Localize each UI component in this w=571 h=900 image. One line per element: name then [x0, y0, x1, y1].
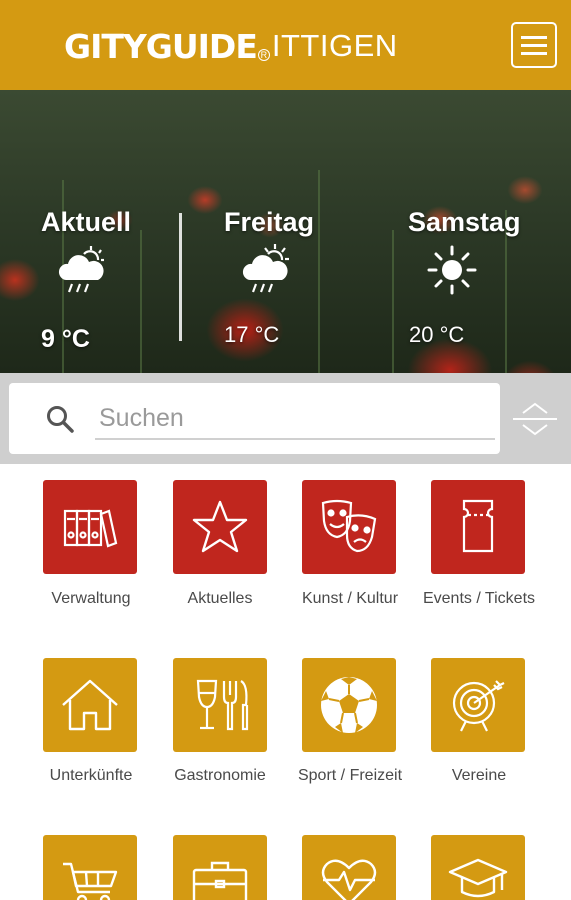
background-stem — [140, 230, 142, 373]
tile-kunst-kultur[interactable] — [302, 480, 396, 574]
soccer-ball-icon — [321, 677, 377, 733]
menu-line — [521, 43, 547, 47]
weather-day-label: Samstag — [408, 207, 521, 237]
search-box[interactable] — [9, 383, 500, 454]
cloud-rain-icon — [58, 246, 104, 293]
tile-label: Kunst / Kultur — [301, 590, 399, 607]
weather-day-label: Freitag — [224, 207, 315, 237]
binders-icon — [63, 509, 118, 548]
background-stem — [318, 170, 320, 373]
graduation-cap-icon — [448, 858, 508, 898]
wine-cutlery-icon — [196, 679, 249, 731]
background-stem — [392, 230, 394, 373]
tile-vereine[interactable] — [431, 658, 525, 752]
logo-brand: GITYGUIDE — [64, 26, 258, 66]
tile-label: Unterkünfte — [49, 767, 133, 784]
tile-events-tickets[interactable] — [431, 480, 525, 574]
weather-divider — [179, 213, 182, 341]
tile-gesundheit[interactable] — [302, 835, 396, 900]
briefcase-icon — [192, 861, 248, 900]
hamburger-menu-icon[interactable] — [511, 22, 557, 68]
weather-temp: 17 °C — [224, 322, 280, 347]
tile-bildung[interactable] — [431, 835, 525, 900]
search-icon[interactable] — [44, 403, 76, 435]
app-header: GITYGUIDE R ITTIGEN — [0, 0, 571, 90]
menu-line — [521, 51, 547, 55]
menu-line — [521, 35, 547, 39]
theater-masks-icon — [321, 499, 377, 553]
ticket-icon — [462, 499, 494, 553]
tile-label: Events / Tickets — [422, 590, 536, 607]
tile-label: Sport / Freizeit — [297, 767, 403, 784]
weather-day-label: Aktuell — [41, 207, 132, 237]
shopping-cart-icon — [63, 862, 118, 900]
app-logo[interactable]: GITYGUIDE R ITTIGEN — [64, 24, 398, 68]
registered-mark: R — [257, 49, 270, 61]
logo-city: ITTIGEN — [271, 28, 398, 63]
heart-pulse-icon — [321, 859, 377, 900]
star-icon — [192, 500, 248, 553]
tile-label: Vereine — [451, 767, 507, 784]
tile-gastronomie[interactable] — [173, 658, 267, 752]
tile-label: Aktuelles — [187, 590, 253, 607]
sun-icon — [427, 245, 477, 295]
tile-aktuelles[interactable] — [173, 480, 267, 574]
tile-einkaufen[interactable] — [43, 835, 137, 900]
tile-sport-freizeit[interactable] — [302, 658, 396, 752]
expand-collapse-icon[interactable] — [511, 395, 559, 443]
tile-label: Gastronomie — [174, 767, 266, 784]
weather-temp: 20 °C — [409, 322, 465, 347]
tile-unterkuenfte[interactable] — [43, 658, 137, 752]
tile-verwaltung[interactable] — [43, 480, 137, 574]
search-bar — [0, 373, 571, 464]
tile-label: Verwaltung — [51, 590, 131, 607]
house-icon — [62, 679, 118, 731]
sun-cloud-rain-icon — [242, 244, 289, 293]
target-icon — [452, 680, 505, 732]
weather-temp: 9 °C — [41, 325, 90, 353]
weather-hero: Aktuell 9 °C Freitag 17 °C Samstag 20 °C — [0, 90, 571, 373]
tile-gewerbe[interactable] — [173, 835, 267, 900]
search-input[interactable] — [95, 398, 495, 440]
